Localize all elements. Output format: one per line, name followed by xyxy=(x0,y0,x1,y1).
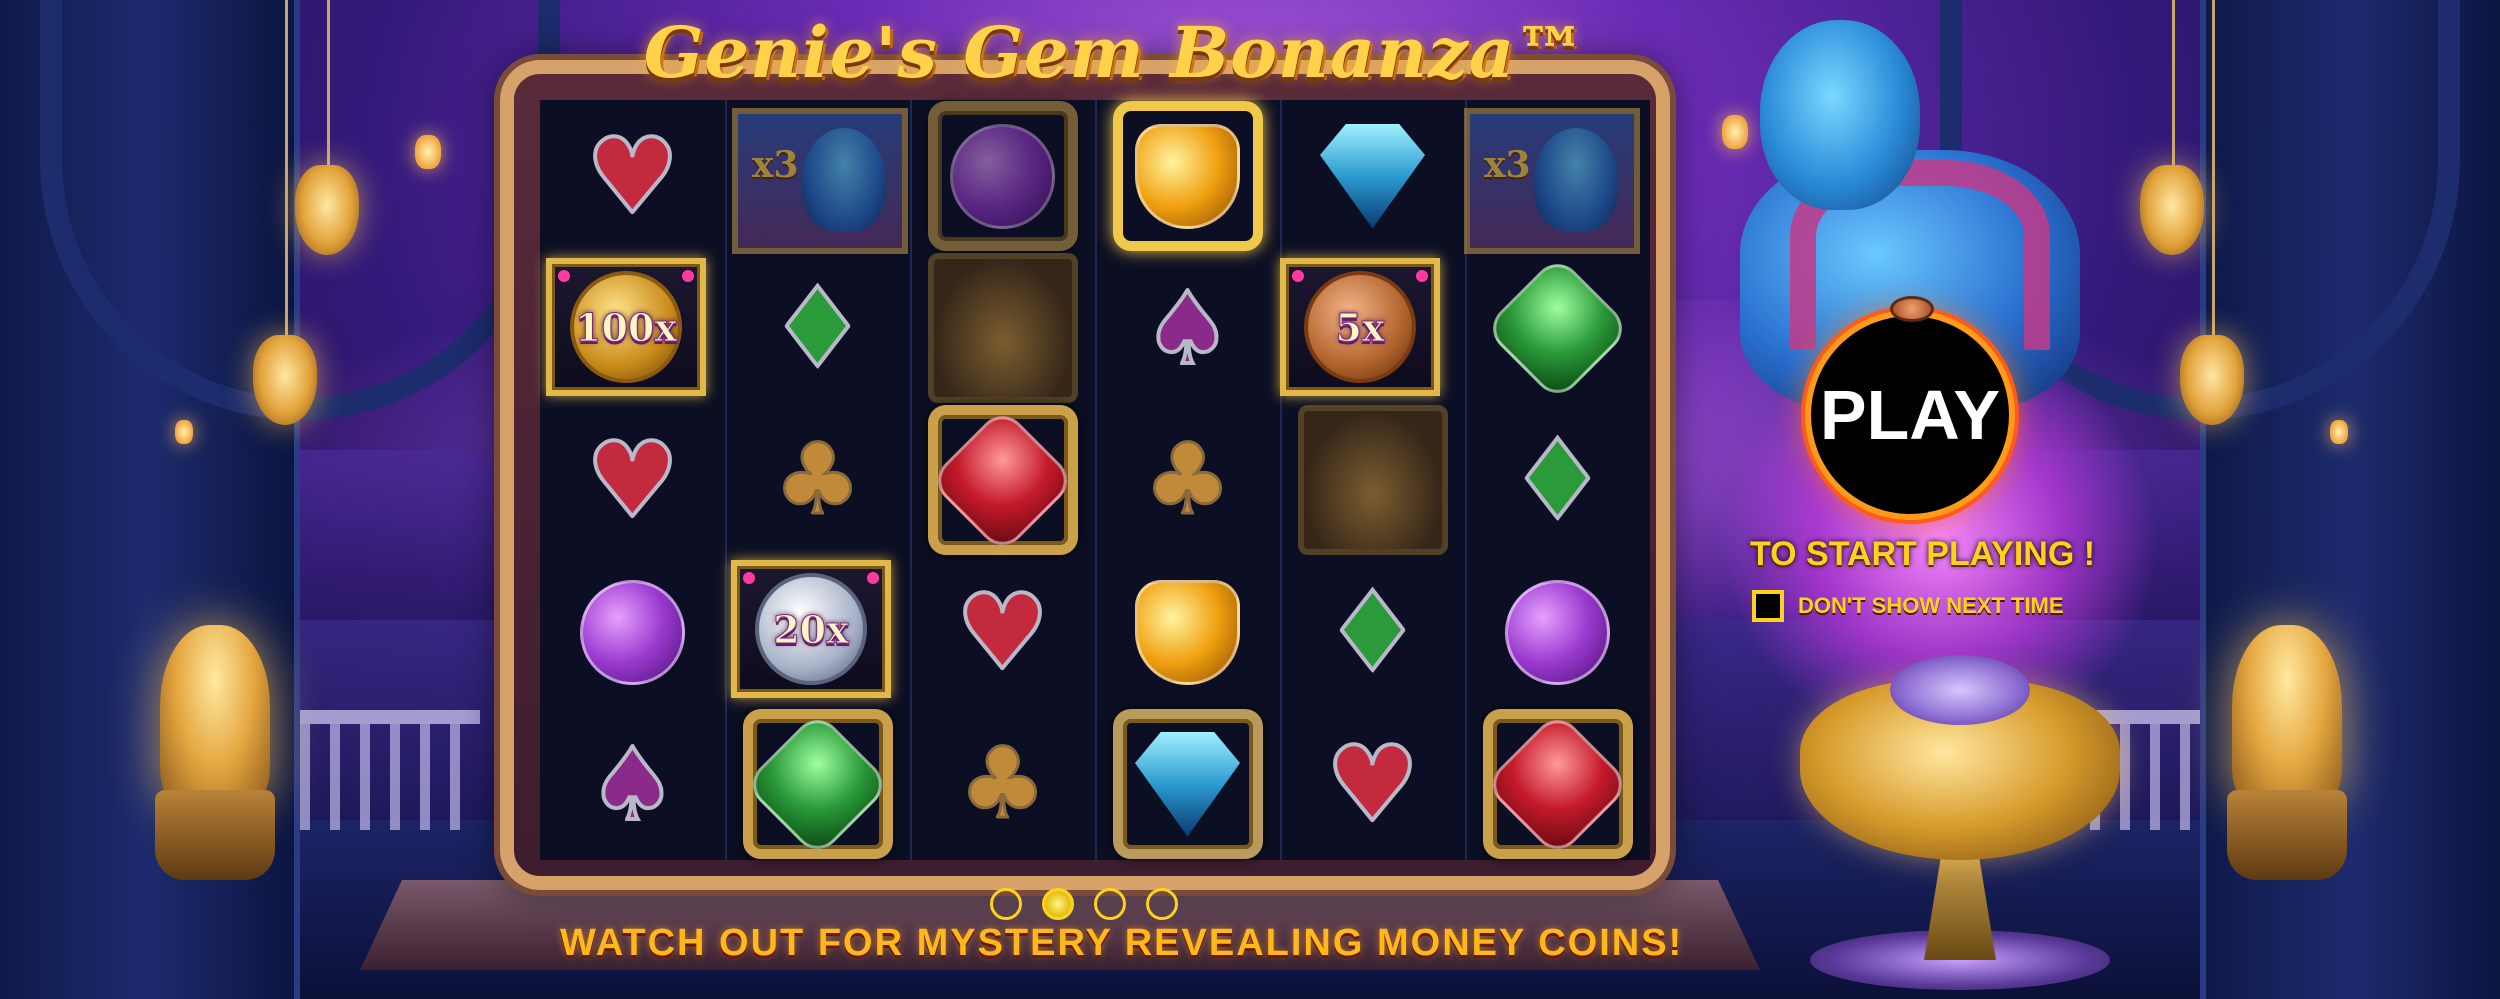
heart-symbol-icon xyxy=(573,420,693,540)
intro-pager xyxy=(990,888,1178,922)
blue-diamond-symbol-icon xyxy=(1298,101,1448,251)
genie-character-icon xyxy=(1760,20,1920,210)
dont-show-toggle[interactable]: DON'T SHOW NEXT TIME xyxy=(1752,588,2064,624)
lamp-symbol-icon xyxy=(927,253,1078,403)
yellow-gem-symbol-icon xyxy=(1113,557,1263,707)
multiplier-label: x3 xyxy=(752,144,799,186)
reel-cell xyxy=(1095,100,1280,252)
street-lamp-right-icon xyxy=(2232,625,2342,805)
reel-cell xyxy=(725,404,910,556)
reel-cell xyxy=(1095,556,1280,708)
green-gem-symbol-icon xyxy=(742,709,893,859)
reel-cell xyxy=(540,708,725,860)
green-gem-symbol-icon xyxy=(1483,253,1633,403)
page-dot-2[interactable] xyxy=(1042,888,1074,920)
street-lamp-base xyxy=(2227,790,2347,880)
blue-diamond-symbol-icon xyxy=(1112,709,1263,859)
lantern-chain xyxy=(327,0,330,170)
magic-lamp-lid xyxy=(1890,655,2030,725)
club-symbol-icon xyxy=(758,420,878,540)
hanging-lantern-icon xyxy=(2140,165,2204,255)
multiplier-label: x3 xyxy=(1484,144,1531,186)
spade-symbol-icon xyxy=(1128,268,1248,388)
reel-separator xyxy=(1095,100,1097,860)
sky-lantern-icon xyxy=(415,135,441,169)
dont-show-checkbox[interactable] xyxy=(1752,590,1784,622)
money-coin-symbol: 5x xyxy=(1280,258,1440,396)
red-gem-symbol-icon xyxy=(1482,709,1633,859)
sky-lantern-icon xyxy=(1722,115,1748,149)
purple-gem-symbol-icon xyxy=(927,101,1078,251)
coin-value: 5x xyxy=(1304,271,1416,383)
heart-symbol-icon xyxy=(1313,724,1433,844)
heart-symbol-icon xyxy=(943,572,1063,692)
reel-cell xyxy=(725,708,910,860)
genie-multiplier-symbol: x3 xyxy=(1464,108,1640,254)
reel-separator xyxy=(725,100,727,860)
diamond-suit-symbol-icon xyxy=(758,268,878,388)
play-button[interactable]: PLAY xyxy=(1805,310,2015,520)
club-symbol-icon xyxy=(943,724,1063,844)
coin-value: 20x xyxy=(755,573,867,685)
lamp-symbol-icon xyxy=(1297,405,1448,555)
reel-cell xyxy=(540,100,725,252)
reel-cell xyxy=(1280,556,1465,708)
money-coin-symbol: 100x xyxy=(546,258,706,396)
genie-multiplier-symbol: x3 xyxy=(732,108,908,254)
reel-cell xyxy=(1465,252,1650,404)
reel-separator xyxy=(1280,100,1282,860)
reel-cell xyxy=(910,100,1095,252)
reel-cell xyxy=(540,556,725,708)
reel-cell xyxy=(1280,708,1465,860)
page-dot-3[interactable] xyxy=(1094,888,1126,920)
hanging-lantern-icon xyxy=(2180,335,2244,425)
reel-cell xyxy=(910,404,1095,556)
reel-cell xyxy=(1465,556,1650,708)
reel-cell xyxy=(725,252,910,404)
reel-cell xyxy=(1095,404,1280,556)
reel-separator xyxy=(910,100,912,860)
page-dot-4[interactable] xyxy=(1146,888,1178,920)
hanging-lantern-icon xyxy=(253,335,317,425)
reel-cell xyxy=(1280,404,1465,556)
page-dot-1[interactable] xyxy=(990,888,1022,920)
yellow-gem-symbol-icon xyxy=(1112,101,1263,251)
reel-cell xyxy=(540,404,725,556)
start-instruction: TO START PLAYING ! xyxy=(1750,535,2096,573)
heart-symbol-icon xyxy=(573,116,693,236)
sky-lantern-icon xyxy=(2330,420,2348,444)
reel-cell xyxy=(1465,708,1650,860)
play-ornament-icon xyxy=(1890,296,1934,322)
reel-cell xyxy=(910,708,1095,860)
street-lamp-base xyxy=(155,790,275,880)
purple-gem-symbol-icon xyxy=(558,557,708,707)
lantern-chain xyxy=(285,0,288,340)
lantern-chain xyxy=(2212,0,2215,340)
dont-show-label[interactable]: DON'T SHOW NEXT TIME xyxy=(1798,593,2064,619)
promo-message: WATCH OUT FOR MYSTERY REVEALING MONEY CO… xyxy=(560,922,1684,964)
coin-value: 100x xyxy=(570,271,682,383)
reel-cell xyxy=(910,252,1095,404)
spade-symbol-icon xyxy=(573,724,693,844)
reel-cell xyxy=(1280,100,1465,252)
club-symbol-icon xyxy=(1128,420,1248,540)
reel-cell xyxy=(1095,252,1280,404)
sky-lantern-icon xyxy=(175,420,193,444)
reel-cell xyxy=(1465,404,1650,556)
game-title: Genie's Gem Bonanza™ xyxy=(643,10,1587,94)
red-gem-symbol-icon xyxy=(927,405,1078,555)
diamond-suit-symbol-icon xyxy=(1313,572,1433,692)
money-coin-symbol: 20x xyxy=(731,560,891,698)
purple-gem-symbol-icon xyxy=(1483,557,1633,707)
lantern-chain xyxy=(2172,0,2175,170)
diamond-suit-symbol-icon xyxy=(1498,420,1618,540)
reel-cell xyxy=(910,556,1095,708)
street-lamp-left-icon xyxy=(160,625,270,805)
reel-cell xyxy=(1095,708,1280,860)
hanging-lantern-icon xyxy=(295,165,359,255)
